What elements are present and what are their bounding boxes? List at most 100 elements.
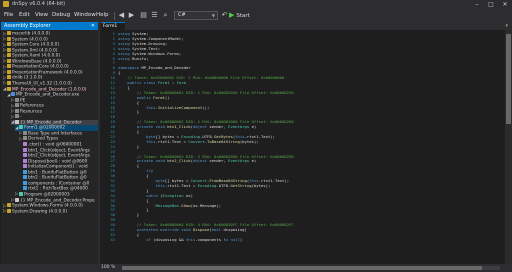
code-line: 6 using Bunifu; [100,55,504,61]
code-token: (ex.Message); [190,202,222,208]
tab-list-icon[interactable]: ▾ [505,22,508,30]
start-label: Start [236,13,250,19]
assembly-explorer: Assembly Explorer ✕ ▷ mscorlib (4.0.0.0) ▷… [1,22,98,264]
code-token: disposing) [223,227,247,232]
zoom-level[interactable]: 100 % [101,264,115,272]
code-token: } [118,109,140,115]
menu-edit[interactable]: Edit [19,9,30,22]
vertical-scroll-thumb[interactable] [506,34,511,124]
code-line: 34 catch (Exception ex) [100,192,504,198]
tree-node-icon [23,147,27,152]
start-button[interactable]: ▶ Start [229,10,250,22]
tree-node-icon [15,197,19,202]
tree-node-icon [19,125,23,130]
vertical-scrollbar[interactable] [505,30,512,264]
code-line: 38 } [100,213,504,217]
explorer-footer [0,264,100,272]
code-token: ex) [185,192,193,198]
title-bar: dnSpy v6.0.4 (64-bit) – □ ✕ [0,0,512,9]
code-token: btn1_Click [167,124,191,130]
code-editor[interactable]: 1 using System; 2 using System.ComponentMod… [100,30,504,264]
code-line: 41 protected override void Dispose(bool … [100,227,504,232]
code-token: object [192,158,210,164]
tree-node-icon [15,103,19,108]
minimize-button[interactable]: – [470,0,484,9]
back-icon[interactable]: ◀ [117,11,126,20]
code-token: Show [181,202,191,208]
code-token: Form1 [153,94,165,100]
tree-node[interactable]: ▷ System.Drawing (4.0.0.0) [3,208,98,214]
code-token: ) [239,236,243,242]
code-token: bool [211,227,224,232]
tree-node-icon [7,69,11,74]
code-token: btn2_Click [167,158,191,164]
code-token: (disposing && [153,236,186,242]
code-token: : [169,80,177,85]
panel-title: Assembly Explorer [4,23,51,29]
tree-node-icon [7,58,11,63]
tab-form1[interactable]: Form1 [101,22,125,30]
undo-icon[interactable]: ↶ [220,11,229,20]
code-line: 23 this.rtxt1.Text = Convert.ToBase64Str… [100,138,504,144]
search-icon[interactable]: ⌕ [161,11,170,20]
code-line: 24 } [100,144,504,149]
menu-view[interactable]: View [35,9,48,22]
tree-node-icon [19,191,23,196]
open-icon[interactable]: ▤ [139,11,148,20]
tree-node-icon [23,169,27,174]
tree-node-icon [23,164,27,169]
horizontal-scrollbar[interactable] [122,266,500,270]
tree-node-icon [7,64,11,69]
tree-node-icon [23,180,27,185]
toolbar-separator [114,12,115,20]
code-token: e) [251,158,257,164]
code-token: (); [202,104,210,110]
app-icon [3,1,9,7]
close-button[interactable]: ✕ [498,0,512,9]
tree-node-icon [15,97,19,102]
horizontal-scroll-thumb[interactable] [122,266,482,270]
code-token: Dispose [192,227,210,232]
code-line: 8 namespace MP_Encode_and_Decoder [100,66,504,70]
maximize-button[interactable]: □ [484,0,498,9]
tree-node-icon [7,53,11,58]
menu-window[interactable]: Window [74,9,96,22]
code-token: if [118,236,154,242]
code-token: e) [251,124,257,130]
tree-node-icon [11,92,15,97]
assembly-tree[interactable]: ▷ mscorlib (4.0.0.0) ▷ System (4.0.0.0) ▷ Sys… [1,31,98,264]
tree-node-icon [7,36,11,41]
forward-icon[interactable]: ▶ [127,11,136,20]
code-token: sender, [209,124,229,130]
code-token: } [118,212,140,218]
language-value: C# [178,12,186,18]
chevron-down-icon: ▼ [211,13,215,18]
window-title: dnSpy v6.0.4 (64-bit) [12,1,66,7]
code-token: using [118,55,133,61]
code-token: sender, [209,158,229,164]
code-line: 14 public Form1() [100,94,504,100]
code-line: 16 this.InitializeComponent(); [100,104,504,110]
code-line: 37 } [100,208,504,212]
tree-node-icon [15,119,19,124]
menu-help[interactable]: Help [96,9,109,22]
code-line: 11 public class Form1 : Form [100,80,504,85]
menu-debug[interactable]: Debug [52,9,70,22]
tree-node-icon [23,130,27,135]
menu-file[interactable]: File [4,9,13,22]
open-list-icon[interactable]: ☰ [150,11,159,20]
tree-node-icon [23,158,27,163]
editor-status-bar: 100 % [100,264,512,272]
code-line: 27 private void btn2_Click(object sender… [100,159,504,163]
tree-node-icon [23,142,27,146]
code-token: Exception [162,192,186,198]
code-token: Encoding [197,182,217,188]
tree-node-icon [7,42,11,47]
language-select[interactable]: C# ▼ [174,11,218,20]
tree-node-icon [23,136,27,141]
close-panel-icon[interactable]: ✕ [91,22,95,30]
code-token: Convert [188,138,205,144]
code-token: this [185,236,196,242]
code-token: EventArgs [228,124,252,130]
code-token: object [192,124,210,130]
